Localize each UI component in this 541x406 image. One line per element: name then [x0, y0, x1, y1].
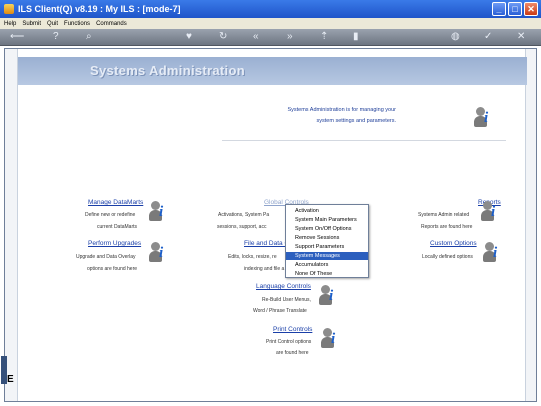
intro-help-person-icon[interactable]: i: [473, 107, 493, 127]
refresh-icon[interactable]: ↻: [219, 31, 227, 43]
dropdown-item-activation[interactable]: Activation: [286, 207, 368, 215]
window-titlebar: ILS Client(Q) v8.19 : My ILS : [mode-7] …: [0, 0, 541, 18]
print-controls-help-icon[interactable]: i: [320, 328, 340, 348]
menu-commands[interactable]: Commands: [96, 21, 127, 27]
minimize-button[interactable]: _: [492, 2, 506, 16]
close-window-button[interactable]: ✕: [524, 2, 538, 16]
custom-options-help-icon[interactable]: i: [482, 242, 502, 262]
menu-quit[interactable]: Quit: [47, 21, 58, 27]
menu-submit[interactable]: Submit: [22, 21, 41, 27]
dropdown-item-system-messages[interactable]: System Messages: [286, 252, 368, 260]
help-icon[interactable]: ?: [53, 31, 59, 43]
perform-upgrades-help-icon[interactable]: i: [148, 242, 168, 262]
app-icon: [4, 4, 14, 14]
banner: Systems Administration: [18, 57, 527, 85]
custom-options-desc-1: Locally defined options: [422, 254, 473, 260]
globe-icon[interactable]: ◍: [451, 31, 460, 43]
print-controls-desc-1: Print Control options: [266, 339, 312, 345]
page-title: Systems Administration: [90, 63, 245, 78]
intro-text: Systems Administration is for managing y…: [198, 105, 396, 127]
reports-desc-2: Reports are found here: [421, 224, 473, 230]
dropdown-item-none-of-these[interactable]: None Of These: [286, 270, 368, 278]
global-controls-desc-1: Activations, System Pa: [218, 212, 270, 218]
reports-desc-1: Systems Admin related: [418, 212, 470, 218]
language-controls-desc-1: Re-Build User Menus,: [262, 297, 311, 303]
menu-functions[interactable]: Functions: [64, 21, 90, 27]
stop-icon[interactable]: ▮: [353, 31, 359, 43]
file-data-desc-2: indexing and file a: [244, 266, 285, 272]
perform-upgrades-link[interactable]: Perform Upgrades: [88, 240, 141, 247]
content-area: Systems Administration Systems Administr…: [17, 49, 527, 401]
heart-icon[interactable]: ♥: [186, 31, 192, 43]
check-icon[interactable]: ✓: [484, 31, 492, 43]
file-data-controls-link[interactable]: File and Data C: [244, 240, 289, 247]
dropdown-item-system-onoff-options[interactable]: System On/Off Options: [286, 225, 368, 233]
maximize-button[interactable]: □: [508, 2, 522, 16]
dropdown-item-remove-sessions[interactable]: Remove Sessions: [286, 234, 368, 242]
main-frame: Systems Administration Systems Administr…: [4, 48, 537, 402]
manage-datamarts-desc-2: current DataMarts: [97, 224, 138, 230]
divider: [222, 140, 506, 141]
intro-line-2: system settings and parameters.: [316, 118, 396, 124]
menu-help[interactable]: Help: [4, 21, 16, 27]
language-controls-help-icon[interactable]: i: [318, 285, 338, 305]
menu-bar: Help Submit Quit Functions Commands: [0, 18, 541, 29]
manage-datamarts-link[interactable]: Manage DataMarts: [88, 199, 143, 206]
window-title: ILS Client(Q) v8.19 : My ILS : [mode-7]: [18, 4, 181, 14]
rewind-icon[interactable]: «: [253, 31, 259, 43]
toolbar: ⟵ ? ⌕ ♥ ↻ « » ⇡ ▮ ◍ ✓ ✕: [0, 29, 541, 46]
global-controls-desc-2: sessions, support, acc: [217, 224, 267, 230]
manage-datamarts-help-icon[interactable]: i: [148, 201, 168, 221]
manage-datamarts-desc-1: Define new or redefine: [85, 212, 136, 218]
perform-upgrades-desc-2: options are found here: [87, 266, 138, 272]
back-arrow-icon[interactable]: ⟵: [10, 31, 24, 43]
intro-line-1: Systems Administration is for managing y…: [287, 107, 396, 113]
search-icon[interactable]: ⌕: [86, 31, 92, 43]
fast-forward-icon[interactable]: »: [287, 31, 293, 43]
perform-upgrades-desc-1: Upgrade and Data Overlay: [76, 254, 136, 260]
global-controls-dropdown: Activation System Main Parameters System…: [285, 204, 369, 278]
dropdown-item-system-main-parameters[interactable]: System Main Parameters: [286, 216, 368, 224]
dropdown-item-accumulators[interactable]: Accumulators: [286, 261, 368, 269]
print-controls-link[interactable]: Print Controls: [273, 326, 312, 333]
side-letter: E: [7, 374, 14, 385]
print-controls-desc-2: are found here: [276, 350, 309, 356]
file-data-desc-1: Edits, locks, resize, re: [228, 254, 277, 260]
dropdown-item-support-parameters[interactable]: Support Parameters: [286, 243, 368, 251]
custom-options-link[interactable]: Custom Options: [430, 240, 477, 247]
language-controls-link[interactable]: Language Controls: [256, 283, 311, 290]
language-controls-desc-2: Word / Phrase Translate: [253, 308, 307, 314]
close-icon[interactable]: ✕: [517, 31, 525, 43]
reports-help-icon[interactable]: i: [480, 201, 500, 221]
upload-icon[interactable]: ⇡: [320, 31, 328, 43]
